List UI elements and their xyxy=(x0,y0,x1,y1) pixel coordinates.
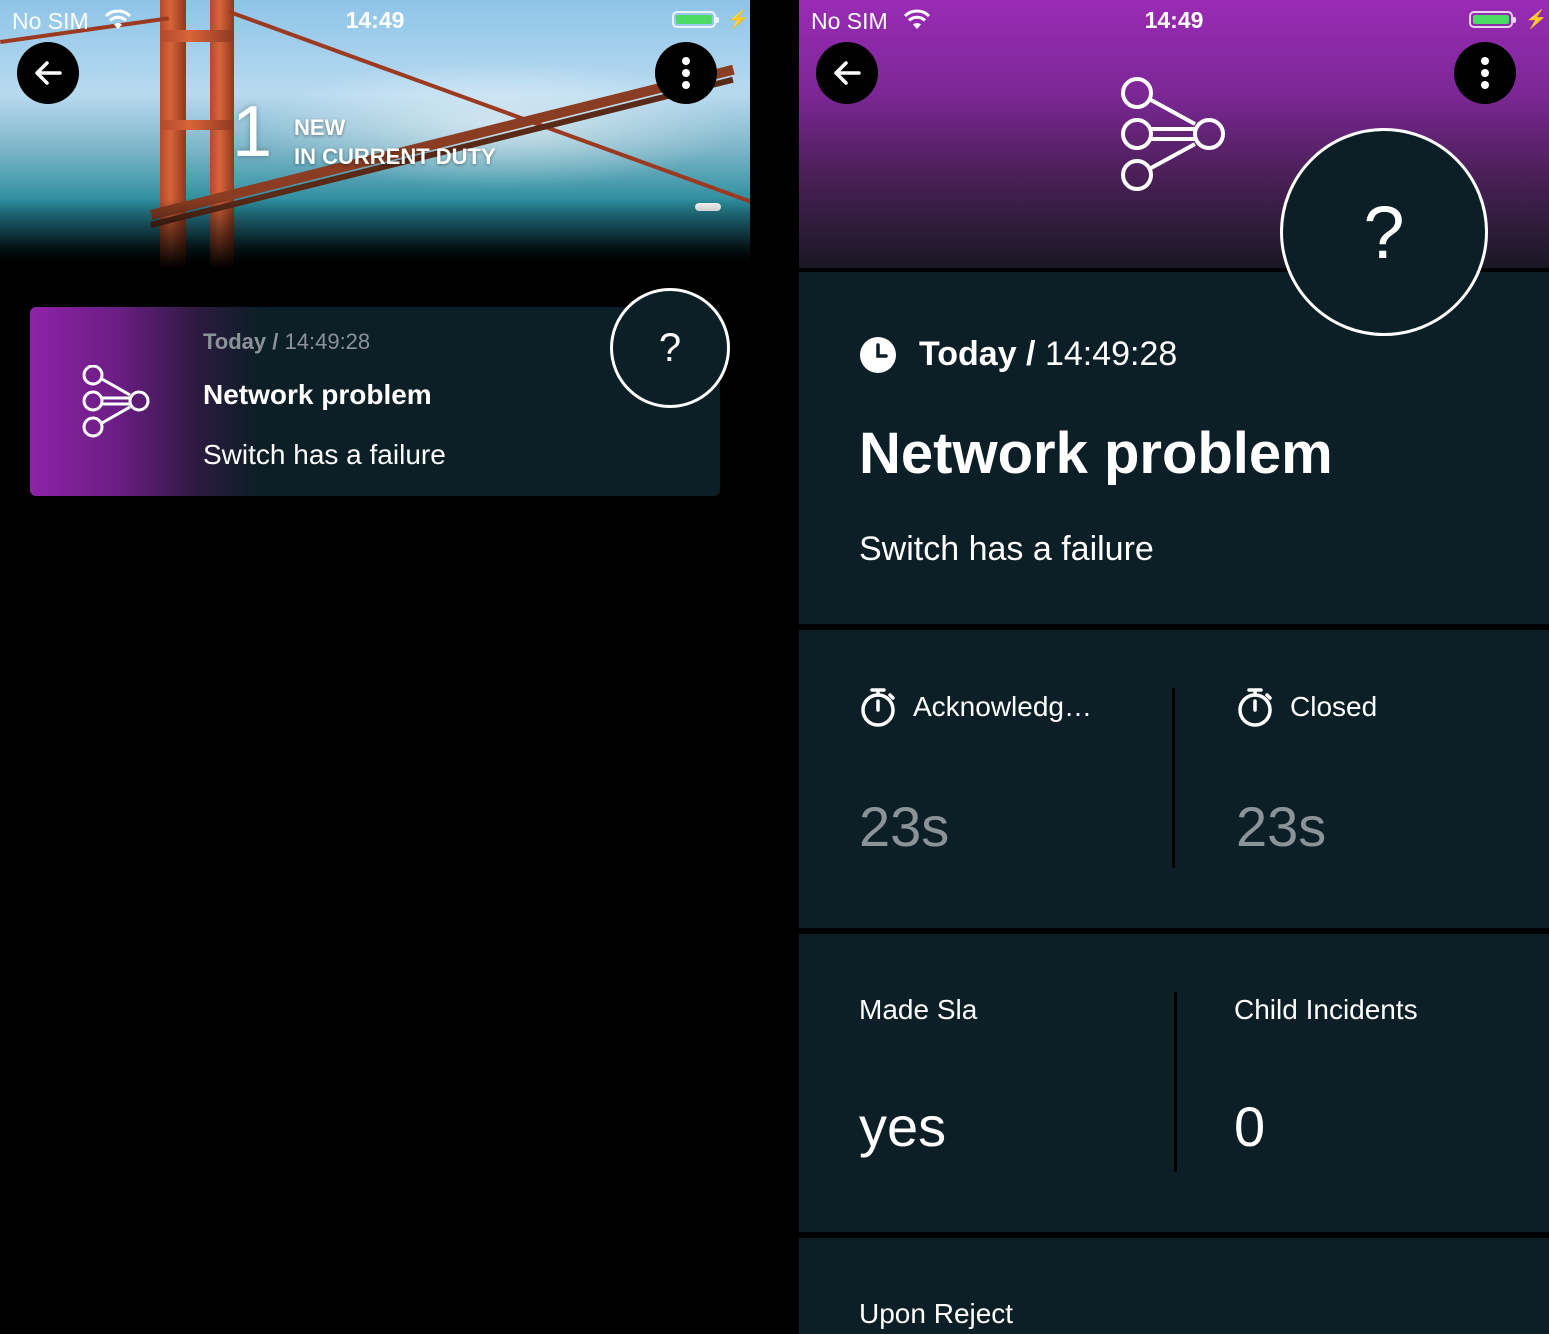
incident-date: Today / 14:49:28 xyxy=(203,329,371,354)
divider xyxy=(1172,688,1175,868)
help-button[interactable]: ? xyxy=(1280,128,1488,336)
clock: 14:49 xyxy=(345,7,405,33)
arrow-left-icon xyxy=(834,61,861,85)
child-incidents-label: Child Incidents xyxy=(1234,994,1418,1025)
clock: 14:49 xyxy=(1144,7,1204,33)
network-share-icon xyxy=(1121,77,1225,191)
incident-list-screen: 1 NEW IN CURRENT DUTY No SIM 14:49 ⚡ Tod… xyxy=(0,0,750,1334)
divider xyxy=(1174,992,1177,1172)
timers-section: Acknowledg… 23s Closed 23s xyxy=(799,630,1549,928)
battery-icon xyxy=(1469,11,1516,28)
upon-reject-label: Upon Reject xyxy=(859,1298,1014,1329)
closed-stat-value: 23s xyxy=(1236,795,1327,858)
more-options-button[interactable] xyxy=(1454,42,1516,104)
incident-title: Network problem xyxy=(859,421,1333,486)
arrow-left-icon xyxy=(35,61,62,85)
status-bar: No SIM 14:49 ⚡ xyxy=(799,0,1549,40)
back-button[interactable] xyxy=(17,42,79,104)
stopwatch-icon xyxy=(861,688,895,727)
current-duty-label: IN CURRENT DUTY xyxy=(294,144,496,169)
status-bar: No SIM 14:49 ⚡ xyxy=(0,0,750,40)
back-button[interactable] xyxy=(816,42,878,104)
incident-subtitle: Switch has a failure xyxy=(859,530,1154,568)
acknowledged-stat-label: Acknowledg… xyxy=(859,686,1092,728)
made-sla-label: Made Sla xyxy=(859,994,978,1025)
help-button[interactable]: ? xyxy=(610,288,730,408)
battery-icon xyxy=(672,11,719,28)
acknowledged-stat-value: 23s xyxy=(859,795,950,858)
incident-title: Network problem xyxy=(203,379,432,410)
incident-subtitle: Switch has a failure xyxy=(203,439,446,470)
upon-reject-section: Upon Reject xyxy=(799,1238,1549,1334)
network-share-icon xyxy=(82,365,150,438)
clock-icon xyxy=(860,336,896,373)
sla-section: Made Sla yes Child Incidents 0 xyxy=(799,934,1549,1232)
made-sla-value: yes xyxy=(859,1095,947,1158)
duty-header-banner: 1 NEW IN CURRENT DUTY xyxy=(0,0,750,268)
new-count: 1 xyxy=(232,92,273,172)
more-options-button[interactable] xyxy=(655,42,717,104)
incident-date: Today / 14:49:28 xyxy=(859,335,1177,374)
stopwatch-icon xyxy=(1238,688,1272,727)
new-label: NEW xyxy=(294,115,346,140)
charging-icon: ⚡ xyxy=(727,9,750,29)
vertical-dots-icon xyxy=(1481,57,1489,89)
charging-icon: ⚡ xyxy=(1525,9,1548,29)
incident-summary-section: Today / 14:49:28 Network problem Switch … xyxy=(799,272,1549,624)
incident-detail-screen: No SIM 14:49 ⚡ Today / 14:49:28 Network … xyxy=(799,0,1549,1334)
vertical-dots-icon xyxy=(682,57,690,89)
closed-stat-label: Closed xyxy=(1236,686,1377,728)
child-incidents-value: 0 xyxy=(1234,1095,1266,1158)
